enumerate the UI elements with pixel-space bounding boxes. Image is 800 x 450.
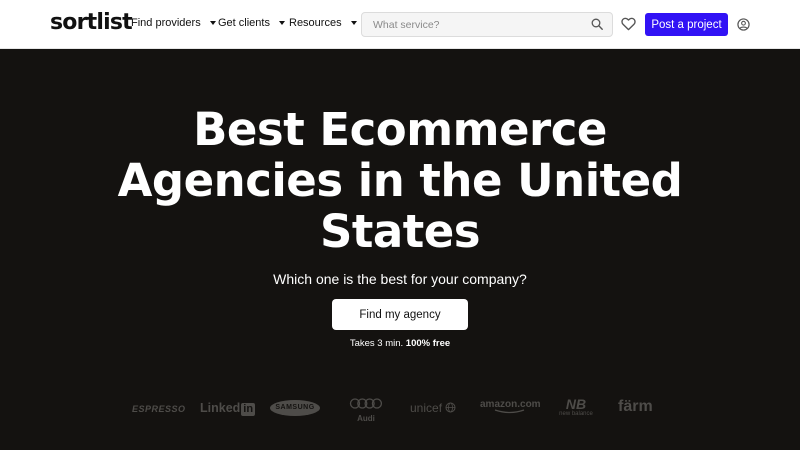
audi-rings-icon (349, 398, 383, 409)
nav-resources[interactable]: Resources (289, 17, 357, 29)
nav-resources-label: Resources (289, 17, 342, 29)
audi-logo-text: Audi (357, 414, 375, 423)
hero-title-line: Agencies in the United (117, 154, 683, 207)
hero-title-line: States (319, 205, 481, 258)
hero-subtitle: Which one is the best for your company? (273, 271, 527, 287)
sortlist-logo[interactable]: sortlist (50, 10, 133, 35)
caret-down-icon (209, 21, 216, 25)
nb-mark-icon: NB (565, 396, 587, 412)
top-navbar: sortlist Find providers Get clients Reso… (0, 0, 800, 49)
search-bar (361, 12, 613, 37)
search-input[interactable] (362, 13, 582, 36)
client-logos: ESPRESSO Linked in SAMSUNG Audi unicef am… (120, 396, 680, 423)
nav-get-clients-label: Get clients (218, 17, 270, 29)
hero-title: Best Ecommerce Agencies in the United St… (0, 104, 800, 257)
caret-down-icon (278, 21, 285, 25)
post-project-button[interactable]: Post a project (645, 13, 728, 36)
user-icon[interactable] (737, 18, 750, 31)
nav-find-providers-label: Find providers (131, 17, 201, 29)
amazon-logo-text: amazon.com (480, 399, 541, 410)
caret-down-icon (350, 21, 357, 25)
new-balance-logo: NB new balance (556, 397, 596, 418)
linkedin-logo-text: Linked (200, 401, 241, 415)
amazon-logo: amazon.com (480, 399, 541, 414)
time-note: Takes 3 min. 100% free (0, 338, 800, 349)
new-balance-logo-text: new balance (559, 411, 593, 417)
hero-title-line: Best Ecommerce (193, 103, 607, 156)
unicef-logo-text: unicef (410, 401, 443, 415)
nav-find-providers[interactable]: Find providers (131, 17, 216, 29)
espresso-logo: ESPRESSO (132, 404, 186, 414)
unicef-logo: unicef (410, 401, 456, 415)
linkedin-logo-box: in (241, 403, 256, 416)
nav-get-clients[interactable]: Get clients (218, 17, 285, 29)
audi-logo: Audi (349, 396, 383, 423)
time-note-text: Takes 3 min. (349, 338, 404, 349)
globe-icon (445, 402, 456, 413)
search-icon[interactable] (591, 18, 603, 30)
farm-logo: färm (618, 398, 653, 415)
find-my-agency-button[interactable]: Find my agency (332, 299, 468, 330)
linkedin-logo: Linked in (200, 401, 256, 416)
samsung-logo: SAMSUNG (270, 400, 320, 416)
free-note: 100% free (405, 338, 451, 349)
heart-icon[interactable] (621, 17, 636, 31)
